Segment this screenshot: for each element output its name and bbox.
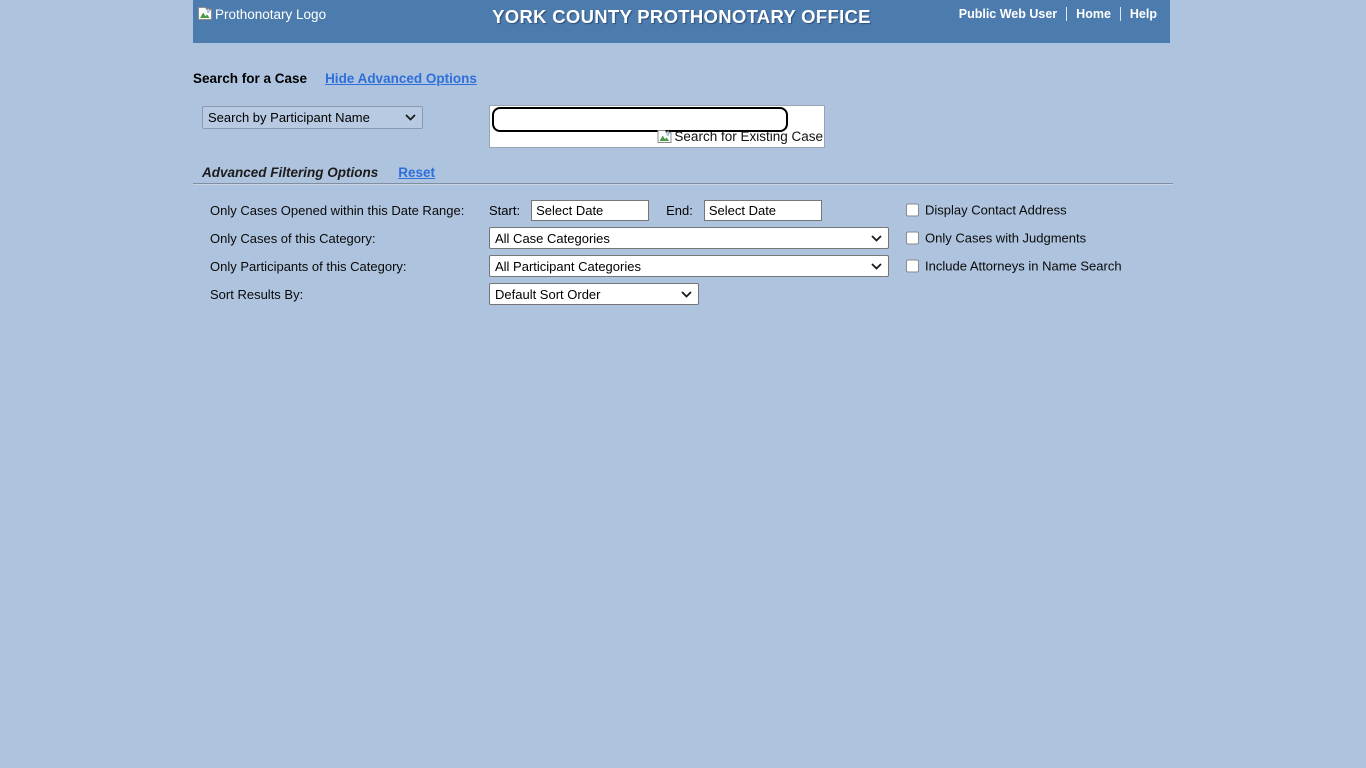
search-box: Search for Existing Case (489, 105, 825, 148)
section-title: Search for a Case (193, 71, 307, 86)
header-nav: Public Web User Home Help (950, 7, 1166, 21)
hide-advanced-options-link[interactable]: Hide Advanced Options (325, 71, 477, 86)
checkbox-label: Include Attorneys in Name Search (925, 259, 1122, 274)
include-attorneys-checkbox[interactable] (906, 260, 919, 273)
include-attorneys-option: Include Attorneys in Name Search (906, 259, 1122, 274)
search-section-head: Search for a Case Hide Advanced Options (193, 71, 477, 86)
checkbox-label: Display Contact Address (925, 203, 1067, 218)
advanced-options-title: Advanced Filtering Options (202, 165, 378, 180)
only-cases-with-judgments-option: Only Cases with Judgments (906, 231, 1086, 246)
search-by-select[interactable]: Search by Participant Name (202, 106, 423, 129)
search-button-alt-text: Search for Existing Case (674, 129, 823, 144)
filter-row-date-range: Only Cases Opened within this Date Range… (193, 196, 1173, 224)
chevron-down-icon (871, 263, 882, 270)
sort-order-select[interactable]: Default Sort Order (489, 283, 699, 305)
participant-category-label: Only Participants of this Category: (193, 259, 489, 274)
display-contact-address-checkbox[interactable] (906, 204, 919, 217)
end-date-input[interactable] (704, 200, 822, 221)
case-category-select[interactable]: All Case Categories (489, 227, 889, 249)
filter-row-participant-category: Only Participants of this Category: All … (193, 252, 1173, 280)
checkbox-label: Only Cases with Judgments (925, 231, 1086, 246)
page-container: Prothonotary Logo YORK COUNTY PROTHONOTA… (193, 0, 1173, 768)
nav-home[interactable]: Home (1067, 7, 1120, 21)
search-button[interactable]: Search for Existing Case (657, 129, 823, 144)
broken-image-icon (657, 130, 673, 144)
sort-order-selected-value: Default Sort Order (495, 287, 601, 302)
search-by-selected-value: Search by Participant Name (208, 110, 370, 125)
participant-category-selected-value: All Participant Categories (495, 259, 641, 274)
start-date-label: Start: (489, 203, 520, 218)
display-contact-address-option: Display Contact Address (906, 203, 1067, 218)
filter-row-case-category: Only Cases of this Category: All Case Ca… (193, 224, 1173, 252)
end-date-label: End: (666, 203, 693, 218)
chevron-down-icon (871, 235, 882, 242)
nav-public-web-user[interactable]: Public Web User (950, 7, 1066, 21)
chevron-down-icon (681, 291, 692, 298)
chevron-down-icon (405, 114, 416, 121)
reset-link[interactable]: Reset (398, 165, 435, 180)
participant-category-select[interactable]: All Participant Categories (489, 255, 889, 277)
header-bar: Prothonotary Logo YORK COUNTY PROTHONOTA… (193, 0, 1170, 43)
sort-order-label: Sort Results By: (193, 287, 489, 302)
date-range-label: Only Cases Opened within this Date Range… (193, 203, 489, 218)
divider (193, 183, 1173, 185)
case-category-selected-value: All Case Categories (495, 231, 610, 246)
only-cases-with-judgments-checkbox[interactable] (906, 232, 919, 245)
case-category-label: Only Cases of this Category: (193, 231, 489, 246)
filter-row-sort-order: Sort Results By: Default Sort Order (193, 280, 1173, 308)
advanced-options-head: Advanced Filtering Options Reset (202, 165, 435, 180)
start-date-input[interactable] (531, 200, 649, 221)
nav-help[interactable]: Help (1121, 7, 1166, 21)
